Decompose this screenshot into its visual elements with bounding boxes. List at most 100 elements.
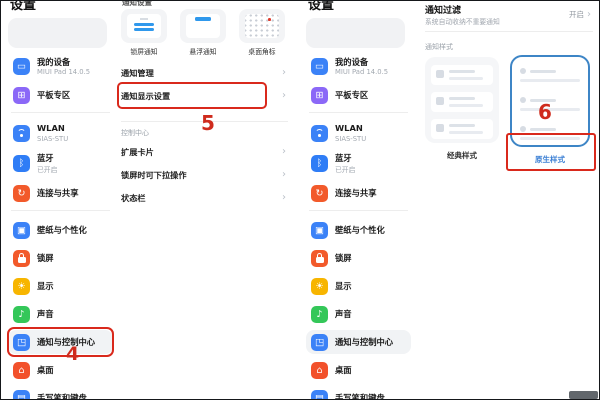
panel-title: 通知过滤 [425,3,461,16]
sound-icon: ♪ [13,306,30,323]
settings-rows-control-center: 扩展卡片 › 锁屏时可下拉操作 › 状态栏 › [121,140,289,209]
my-device-icon: ▭ [311,58,328,75]
sidebar-item[interactable]: ▤ 手写笔和键盘 [306,386,411,400]
connect-share-icon: ↻ [13,185,30,202]
sidebar-item[interactable]: WLAN SIAS-STU [8,120,113,145]
sidebar-item-list: ▭ 我的设备 MIUI Pad 14.0.5 ⊞ 平板专区 [8,54,113,400]
style-option[interactable]: 经典样式 [425,57,499,161]
row-label: 通知管理 [121,67,154,79]
sidebar-item[interactable]: ↻ 连接与共享 [8,181,113,205]
sidebar-item[interactable]: ⊞ 平板专区 [306,83,411,107]
sidebar-item[interactable]: ᛒ 蓝牙 已开启 [8,150,113,177]
notification-control-center-icon: ◳ [13,334,30,351]
sidebar-item-subtitle: 已开启 [335,164,355,174]
sidebar-item[interactable]: ◳ 通知与控制中心 [8,330,113,354]
sidebar-item-label: WLAN [335,123,366,133]
card-label: 桌面角标 [239,46,285,56]
notify-option-card[interactable]: 锁屏通知 [121,9,167,56]
sidebar-item-label: 声音 [37,309,54,319]
settings-row[interactable]: 状态栏 › [121,186,289,209]
sidebar-item-label: 显示 [335,281,352,291]
style-option-label: 经典样式 [425,150,499,161]
sidebar-item-label: 桌面 [37,365,54,375]
settings-row[interactable]: 锁屏时可下拉操作 › [121,163,289,186]
row-label: 锁屏时可下拉操作 [121,169,187,181]
page-title: 设置 [308,0,334,13]
sidebar-item[interactable]: ▤ 手写笔和键盘 [8,386,113,400]
wallpaper-personalize-icon: ▣ [13,222,30,239]
row-label: 扩展卡片 [121,146,154,158]
preview-thumbnail [127,14,161,38]
sidebar-item-subtitle: MIUI Pad 14.0.5 [37,68,90,76]
sidebar-item[interactable]: ♪ 声音 [306,302,411,326]
lock-screen-icon [13,250,30,267]
sidebar-item[interactable]: ⊞ 平板专区 [8,83,113,107]
section-label-notification-style: 通知样式 [425,42,453,52]
sidebar-item-label: 锁屏 [335,253,352,263]
sidebar-item-label: 声音 [335,309,352,319]
chevron-right-icon: › [587,9,591,20]
sidebar-item-label: 我的设备 [37,57,90,67]
sidebar-item[interactable]: 锁屏 [8,246,113,270]
settings-sidebar: 设置 ▭ 我的设备 MIUI Pad 14.0.5 ⊞ [306,1,411,400]
sidebar-item-subtitle: MIUI Pad 14.0.5 [335,68,388,76]
sidebar-item[interactable]: ᛒ 蓝牙 已开启 [306,150,411,177]
sidebar-item-list: ▭ 我的设备 MIUI Pad 14.0.5 ⊞ 平板专区 [306,54,411,400]
sidebar-item[interactable]: ↻ 连接与共享 [306,181,411,205]
settings-row[interactable]: 扩展卡片 › [121,140,289,163]
sidebar-item[interactable]: 锁屏 [306,246,411,270]
sidebar-item[interactable]: ▭ 我的设备 MIUI Pad 14.0.5 [8,54,113,79]
watermark-badge [569,391,598,399]
sidebar-item-label: 我的设备 [335,57,388,67]
settings-rows-notifications: 通知管理 › 通知显示设置 › [121,61,289,107]
sidebar-item-label: 手写笔和键盘 [37,393,87,400]
filter-status-link[interactable]: 开启 › [569,9,591,20]
sidebar-item[interactable]: ▣ 壁纸与个性化 [306,218,411,242]
annotation-step-4: 4 [66,343,79,365]
sidebar-item-label: 锁屏 [37,253,54,263]
annotation-step-5: 5 [201,111,215,135]
bluetooth-icon: ᛒ [13,155,30,172]
chevron-right-icon: › [282,192,286,203]
notify-option-card[interactable]: 桌面角标 [239,9,285,56]
sidebar-item-subtitle: SIAS-STU [37,135,68,143]
divider [425,31,593,32]
screenshot-notification-settings: 设置 ▭ 我的设备 MIUI Pad 14.0.5 ⊞ [3,1,292,400]
sidebar-item[interactable]: ▭ 我的设备 MIUI Pad 14.0.5 [306,54,411,79]
sidebar-item-label: 显示 [37,281,54,291]
annotation-step-6: 6 [538,100,552,124]
sidebar-item[interactable]: ⌂ 桌面 [8,358,113,382]
settings-row[interactable]: 通知显示设置 › [121,84,289,107]
search-bar[interactable] [8,18,107,48]
connect-share-icon: ↻ [311,185,328,202]
page-title: 设置 [10,0,36,13]
section-label-control-center: 控制中心 [121,128,149,138]
sidebar-item[interactable]: ▣ 壁纸与个性化 [8,218,113,242]
screenshot-notification-filter: 设置 ▭ 我的设备 MIUI Pad 14.0.5 ⊞ [301,1,597,400]
home-screen-icon: ⌂ [13,362,30,379]
stylus-keyboard-icon: ▤ [13,390,30,400]
chevron-right-icon: › [282,169,286,180]
chevron-right-icon: › [282,146,286,157]
sidebar-item[interactable]: ☀ 显示 [8,274,113,298]
lock-screen-icon [311,250,328,267]
bluetooth-icon: ᛒ [311,155,328,172]
sidebar-item-label: 桌面 [335,365,352,375]
sidebar-item-subtitle: 已开启 [37,164,57,174]
search-bar[interactable] [306,18,405,48]
sidebar-item[interactable]: ☀ 显示 [306,274,411,298]
notify-option-card[interactable]: 悬浮通知 [180,9,226,56]
sidebar-item[interactable]: WLAN SIAS-STU [306,120,411,145]
row-label: 状态栏 [121,192,146,204]
settings-sidebar: 设置 ▭ 我的设备 MIUI Pad 14.0.5 ⊞ [8,1,113,400]
home-screen-icon: ⌂ [311,362,328,379]
sidebar-item[interactable]: ⌂ 桌面 [306,358,411,382]
display-icon: ☀ [13,278,30,295]
settings-row[interactable]: 通知管理 › [121,61,289,84]
sidebar-item[interactable]: ♪ 声音 [8,302,113,326]
sidebar-item-label: 连接与共享 [37,188,79,198]
tablet-zone-icon: ⊞ [13,87,30,104]
panel-subtitle: 系统自动收纳不重要通知 [425,16,500,26]
sidebar-item[interactable]: ◳ 通知与控制中心 [306,330,411,354]
sidebar-item-label: WLAN [37,123,68,133]
